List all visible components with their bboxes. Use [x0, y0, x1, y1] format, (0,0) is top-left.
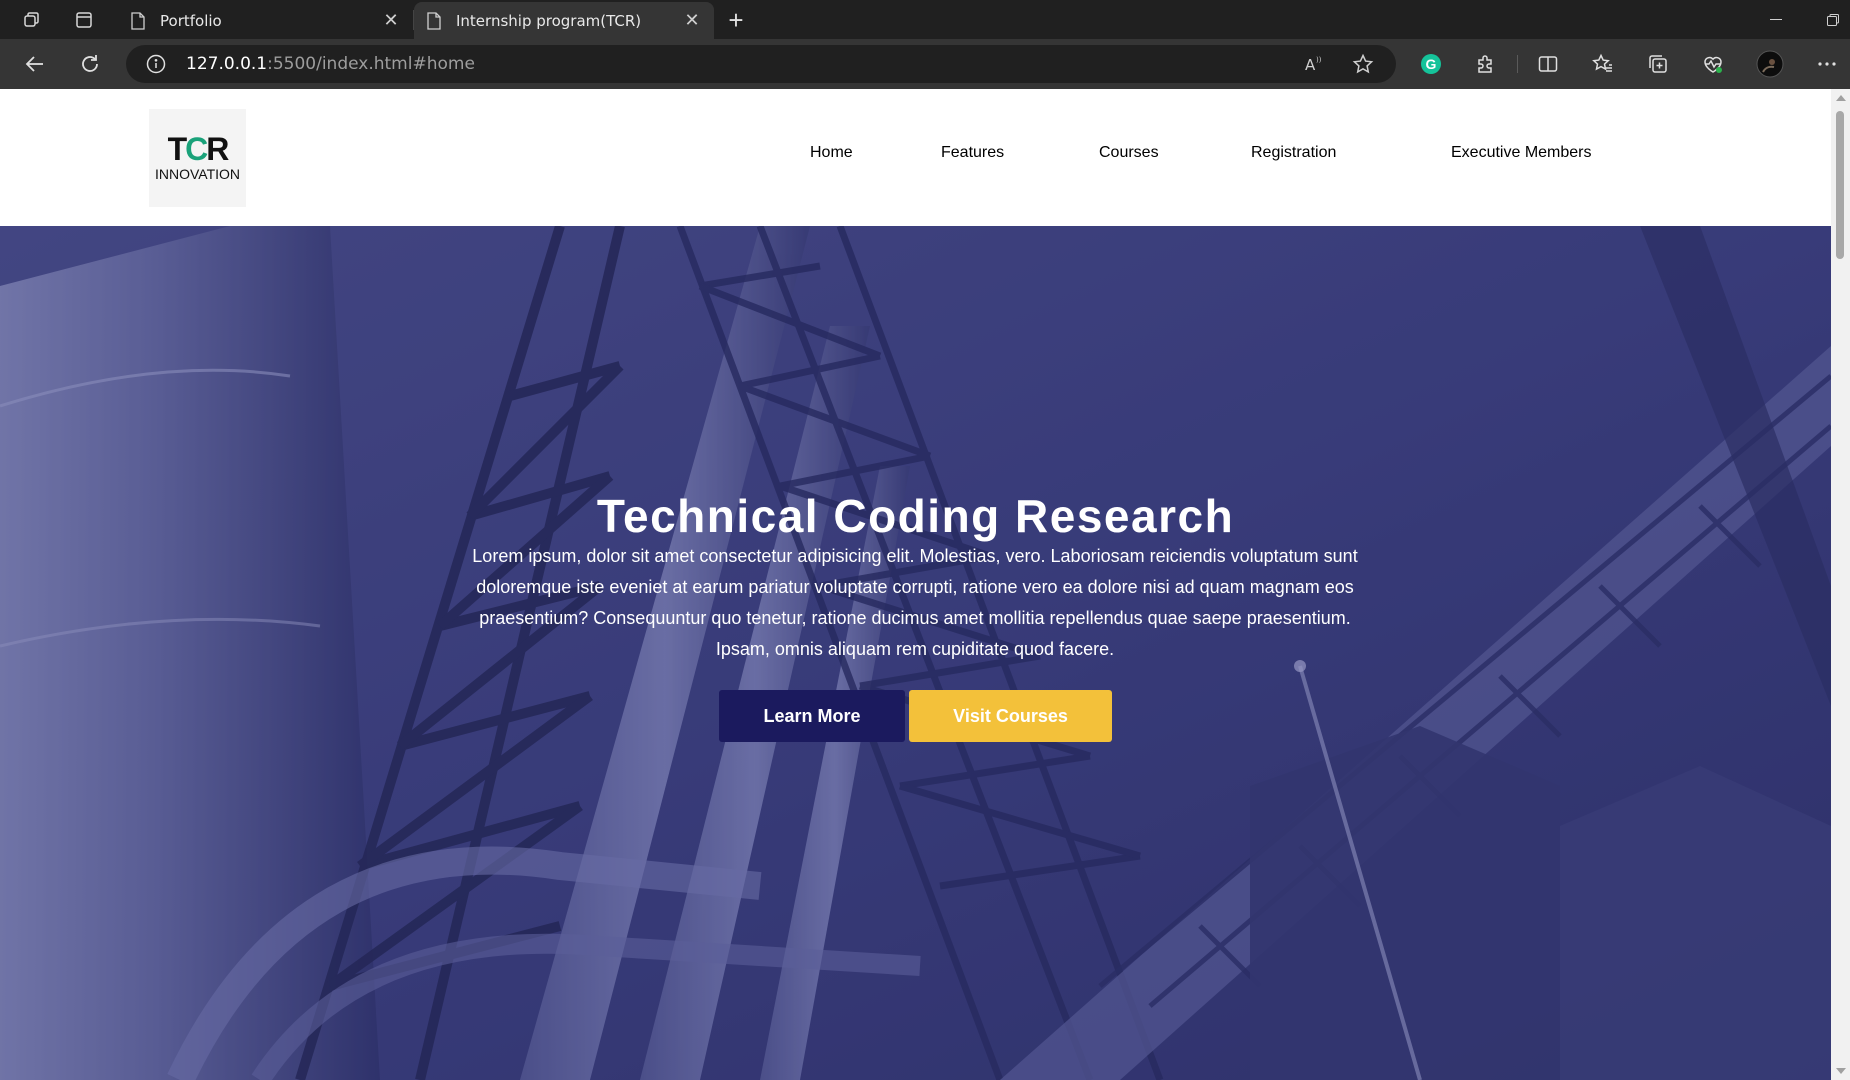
minimize-icon[interactable]: [1764, 8, 1788, 32]
address-bar[interactable]: 127.0.0.1:5500/index.html#home A)): [126, 45, 1396, 83]
nav-executive-members[interactable]: Executive Members: [1451, 144, 1592, 162]
page-scrollbar[interactable]: [1831, 89, 1850, 1080]
favorites-icon[interactable]: [1591, 52, 1615, 76]
workspaces-icon[interactable]: [20, 8, 44, 32]
more-options-icon[interactable]: [1815, 52, 1839, 76]
hero-section: Technical Coding Research Lorem ipsum, d…: [0, 226, 1831, 1080]
svg-text:A: A: [1305, 56, 1316, 74]
split-screen-icon[interactable]: [1536, 52, 1560, 76]
svg-text:G: G: [1426, 56, 1437, 72]
site-info-icon[interactable]: [146, 54, 166, 74]
back-arrow-icon[interactable]: [22, 51, 48, 77]
browser-essentials-icon[interactable]: [1701, 52, 1725, 76]
web-page: TCR INNOVATION Home Features Courses Reg…: [0, 89, 1850, 1080]
browser-tab-strip: Portfolio ✕ Internship program(TCR) ✕ +: [0, 0, 1850, 39]
url-text[interactable]: 127.0.0.1:5500/index.html#home: [186, 54, 475, 74]
close-icon[interactable]: ✕: [678, 10, 706, 31]
url-host: 127.0.0.1: [186, 54, 268, 74]
tab-portfolio[interactable]: Portfolio ✕: [118, 2, 413, 39]
scroll-down-arrow-icon[interactable]: [1836, 1068, 1846, 1074]
browser-toolbar: 127.0.0.1:5500/index.html#home A)) G: [0, 39, 1850, 89]
svg-text:)): )): [1316, 56, 1322, 64]
grammarly-icon[interactable]: G: [1419, 52, 1443, 76]
close-icon[interactable]: ✕: [377, 10, 405, 31]
tab-title: Portfolio: [160, 11, 222, 30]
visit-courses-button[interactable]: Visit Courses: [909, 690, 1112, 742]
tcr-logo[interactable]: TCR INNOVATION: [149, 109, 246, 207]
logo-subtitle: INNOVATION: [154, 166, 241, 182]
read-aloud-icon[interactable]: A)): [1303, 53, 1325, 75]
nav-home[interactable]: Home: [810, 144, 853, 162]
restore-icon[interactable]: [1821, 8, 1845, 32]
page-icon: [426, 11, 442, 30]
toolbar-divider: [1517, 55, 1518, 73]
nav-courses[interactable]: Courses: [1099, 144, 1159, 162]
refresh-icon[interactable]: [77, 51, 103, 77]
hero-title: Technical Coding Research: [596, 490, 1235, 542]
nav-features[interactable]: Features: [941, 144, 1004, 162]
hero-description: Lorem ipsum, dolor sit amet consectetur …: [472, 546, 1358, 659]
url-path: :5500/index.html#home: [267, 54, 475, 74]
scroll-up-arrow-icon[interactable]: [1836, 95, 1846, 101]
new-tab-icon[interactable]: +: [722, 5, 750, 35]
logo-mark: TCR: [167, 131, 230, 167]
avatar[interactable]: [1756, 50, 1784, 78]
tab-title: Internship program(TCR): [456, 11, 642, 30]
page-icon: [130, 11, 146, 30]
scroll-thumb[interactable]: [1836, 111, 1844, 259]
tab-actions-icon[interactable]: [72, 8, 96, 32]
learn-more-button[interactable]: Learn More: [719, 690, 905, 742]
site-header: TCR INNOVATION Home Features Courses Reg…: [0, 89, 1831, 226]
collections-icon[interactable]: [1646, 52, 1670, 76]
favorite-star-icon[interactable]: [1352, 53, 1374, 75]
nav-registration[interactable]: Registration: [1251, 144, 1336, 162]
extensions-puzzle-icon[interactable]: [1474, 52, 1498, 76]
tab-internship-program[interactable]: Internship program(TCR) ✕: [414, 2, 714, 39]
